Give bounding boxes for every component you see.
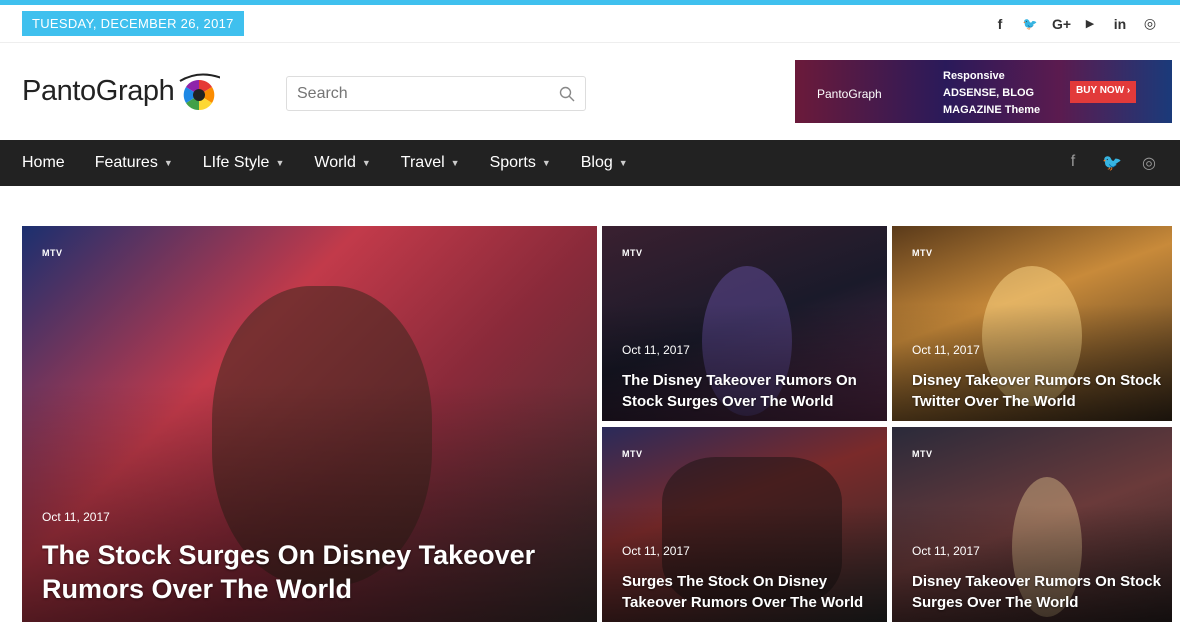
chevron-down-icon: ▼ <box>541 158 551 168</box>
chevron-down-icon: ▼ <box>450 158 460 168</box>
twitter-icon[interactable]: 🐦 <box>1022 17 1038 31</box>
nav-label: Travel <box>400 154 445 171</box>
nav-label: LIfe Style <box>202 154 270 171</box>
nav-label: World <box>314 154 356 171</box>
featured-post-main[interactable]: MTV Oct 11, 2017 The Stock Surges On Dis… <box>22 226 597 622</box>
google-plus-icon[interactable]: G+ <box>1052 16 1071 32</box>
nav-label: Sports <box>489 154 536 171</box>
category-label[interactable]: MTV <box>622 248 643 258</box>
nav-item-world[interactable]: World ▼ <box>314 154 370 172</box>
nav-item-blog[interactable]: Blog ▼ <box>581 154 628 172</box>
chevron-down-icon: ▼ <box>163 158 173 168</box>
ad-copy: Responsive ADSENSE, BLOG MAGAZINE Theme <box>943 68 1040 119</box>
search-icon[interactable] <box>559 86 575 102</box>
instagram-icon[interactable]: ◎ <box>1142 15 1158 32</box>
featured-post-2[interactable]: MTV Oct 11, 2017 Disney Takeover Rumors … <box>892 226 1172 421</box>
logo-text: PantoGraph <box>22 75 175 107</box>
site-header: PantoGraph PantoGraph Responsive ADSENSE… <box>0 43 1180 140</box>
featured-post-3[interactable]: MTV Oct 11, 2017 Surges The Stock On Dis… <box>602 427 887 622</box>
top-social-links: f 🐦 G+ ▶ in ◎ <box>992 15 1158 32</box>
linkedin-icon[interactable]: in <box>1112 16 1128 32</box>
instagram-icon[interactable]: ◎ <box>1140 153 1158 173</box>
post-title[interactable]: Disney Takeover Rumors On Stock Surges O… <box>912 571 1162 613</box>
nav-item-life-style[interactable]: LIfe Style ▼ <box>203 154 285 172</box>
post-date: Oct 11, 2017 <box>622 343 690 357</box>
search-box[interactable] <box>286 76 586 111</box>
nav-item-features[interactable]: Features ▼ <box>95 154 173 172</box>
post-date: Oct 11, 2017 <box>42 510 110 524</box>
post-title[interactable]: The Stock Surges On Disney Takeover Rumo… <box>42 538 587 606</box>
ad-banner[interactable]: PantoGraph Responsive ADSENSE, BLOG MAGA… <box>795 60 1172 123</box>
post-title[interactable]: Disney Takeover Rumors On Stock Twitter … <box>912 370 1162 412</box>
facebook-icon[interactable]: f <box>1064 153 1082 173</box>
nav-item-sports[interactable]: Sports ▼ <box>490 154 551 172</box>
nav-item-travel[interactable]: Travel ▼ <box>401 154 460 172</box>
nav-social-links: f 🐦 ◎ <box>1064 153 1158 173</box>
current-date: TUESDAY, DECEMBER 26, 2017 <box>22 11 244 36</box>
post-date: Oct 11, 2017 <box>912 544 980 558</box>
aperture-logo-icon <box>179 73 221 110</box>
featured-post-1[interactable]: MTV Oct 11, 2017 The Disney Takeover Rum… <box>602 226 887 421</box>
category-label[interactable]: MTV <box>622 449 643 459</box>
chevron-down-icon: ▼ <box>275 158 285 168</box>
ad-logo: PantoGraph <box>817 87 882 101</box>
ad-line-2: ADSENSE, BLOG <box>943 87 1035 99</box>
chevron-down-icon: ▼ <box>361 158 371 168</box>
site-logo[interactable]: PantoGraph <box>22 71 286 113</box>
category-label[interactable]: MTV <box>912 248 933 258</box>
main-navigation: Home Features ▼ LIfe Style ▼ World ▼ Tra… <box>0 140 1180 186</box>
post-date: Oct 11, 2017 <box>912 343 980 357</box>
nav-label: Features <box>94 154 158 171</box>
nav-label: Home <box>22 154 65 171</box>
ad-line-3: MAGAZINE Theme <box>943 104 1041 116</box>
chevron-down-icon: ▼ <box>618 158 628 168</box>
facebook-icon[interactable]: f <box>992 16 1008 32</box>
nav-item-home[interactable]: Home <box>22 154 65 172</box>
top-bar: TUESDAY, DECEMBER 26, 2017 f 🐦 G+ ▶ in ◎ <box>0 5 1180 43</box>
category-label[interactable]: MTV <box>42 248 63 258</box>
twitter-icon[interactable]: 🐦 <box>1102 153 1122 173</box>
post-title[interactable]: Surges The Stock On Disney Takeover Rumo… <box>622 571 872 613</box>
category-label[interactable]: MTV <box>912 449 933 459</box>
search-input[interactable] <box>297 84 537 103</box>
featured-post-4[interactable]: MTV Oct 11, 2017 Disney Takeover Rumors … <box>892 427 1172 622</box>
nav-label: Blog <box>580 154 613 171</box>
youtube-icon[interactable]: ▶ <box>1082 17 1098 30</box>
post-date: Oct 11, 2017 <box>622 544 690 558</box>
ad-line-1: Responsive <box>943 70 1005 82</box>
post-title[interactable]: The Disney Takeover Rumors On Stock Surg… <box>622 370 872 412</box>
buy-now-button[interactable]: BUY NOW › <box>1070 81 1137 103</box>
